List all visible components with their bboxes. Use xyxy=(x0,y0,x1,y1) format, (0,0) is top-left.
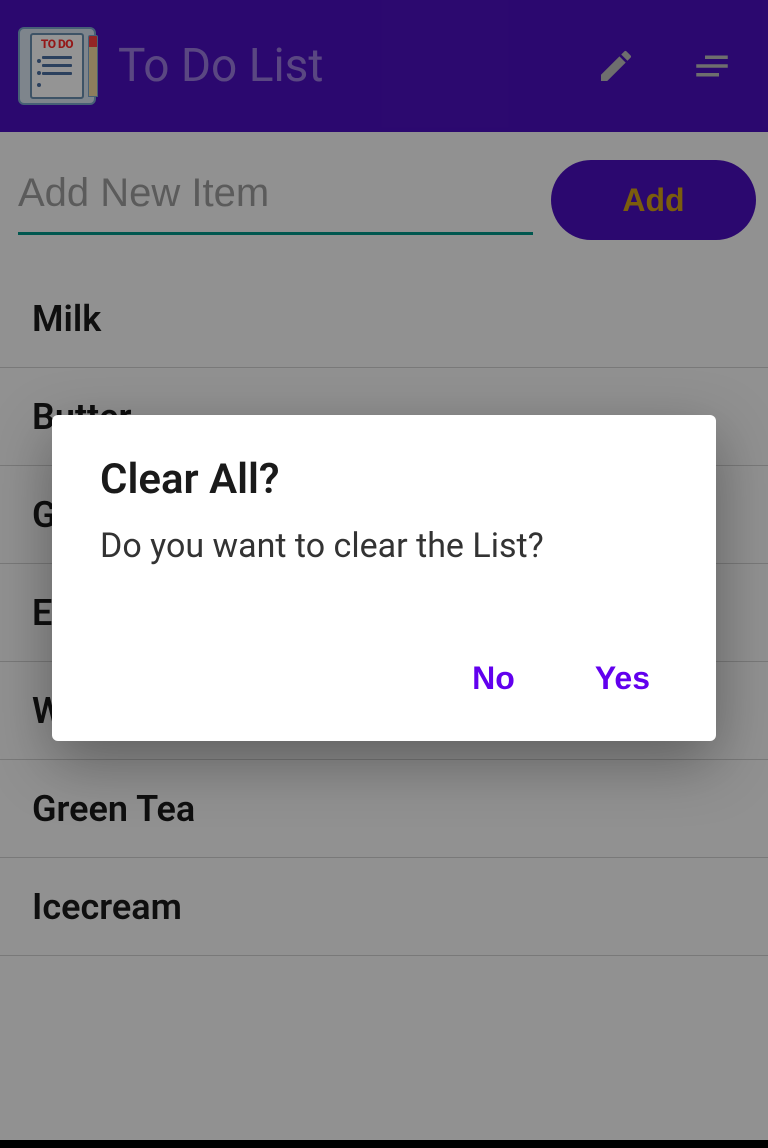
dialog-yes-button[interactable]: Yes xyxy=(591,652,654,705)
system-navbar xyxy=(0,1140,768,1148)
clear-all-dialog: Clear All? Do you want to clear the List… xyxy=(52,415,716,741)
dialog-no-button[interactable]: No xyxy=(468,652,519,705)
dialog-message: Do you want to clear the List? xyxy=(100,526,668,566)
dialog-scrim[interactable]: Clear All? Do you want to clear the List… xyxy=(0,0,768,1148)
dialog-title: Clear All? xyxy=(100,455,668,504)
